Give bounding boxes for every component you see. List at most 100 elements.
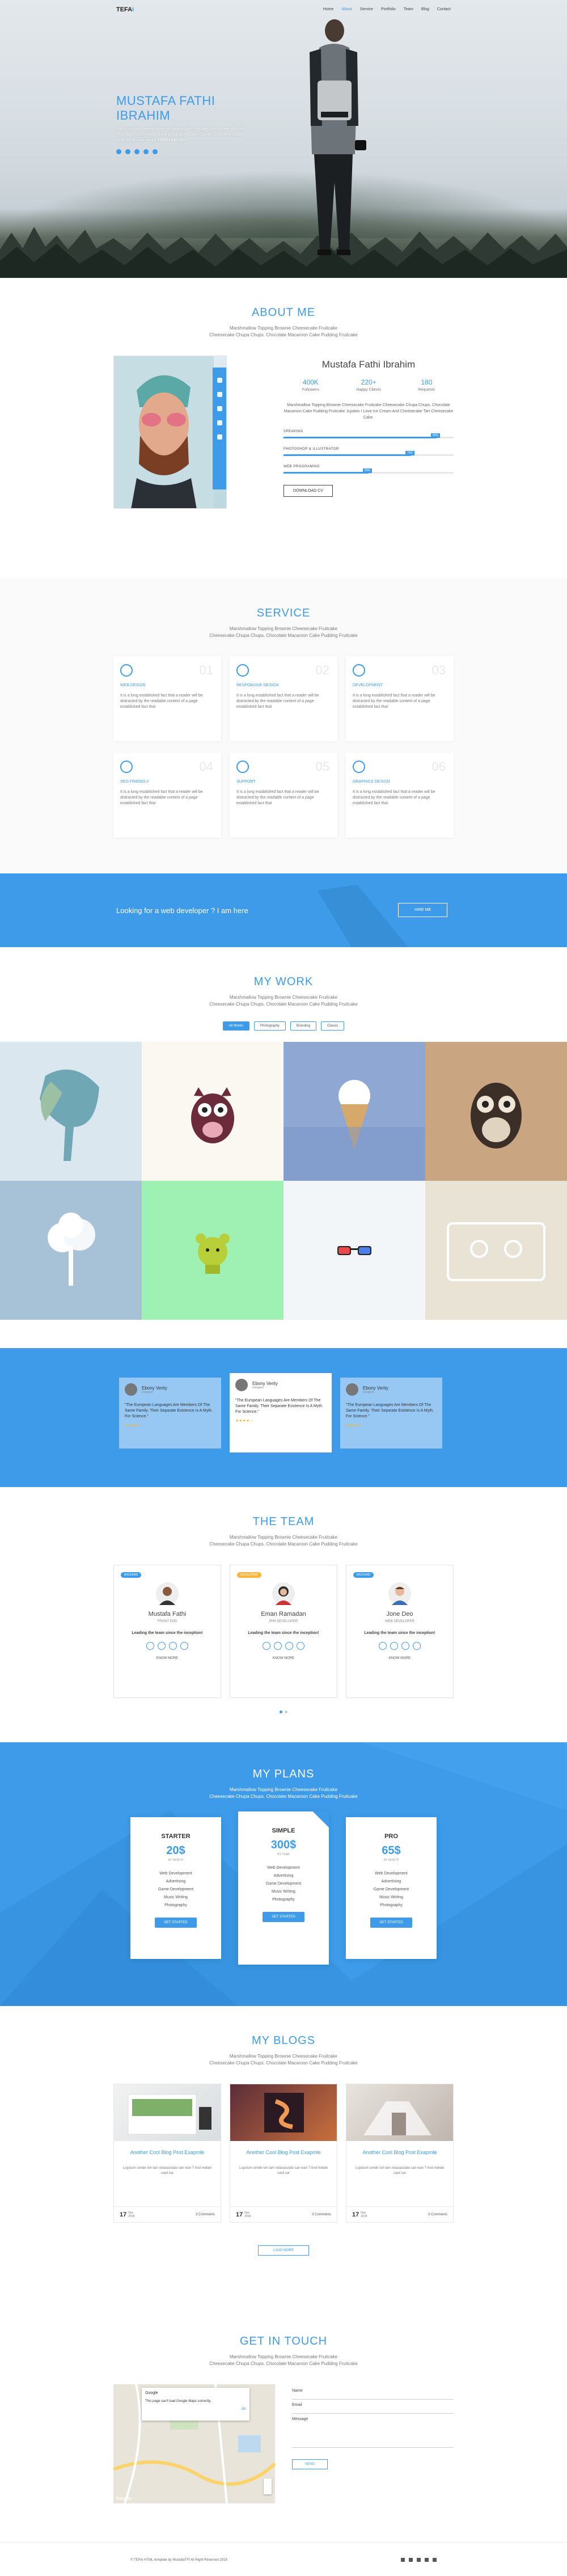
about-section: ABOUT ME Marshmallow Topping Brownie Che…	[0, 278, 567, 578]
footer: © TEFAi HTML template by MustafaTFI All …	[0, 2542, 567, 2576]
contact-form: Name Email Message SEND	[292, 2384, 454, 2503]
google-plus-icon[interactable]	[285, 1642, 293, 1650]
facebook-icon[interactable]	[116, 149, 121, 154]
pinterest-icon[interactable]	[153, 149, 158, 154]
linkedin-icon[interactable]	[180, 1642, 188, 1650]
nav-item-home[interactable]: Home	[323, 7, 334, 11]
facebook-icon[interactable]	[217, 378, 222, 383]
service-card[interactable]: 06 GRAPHICS DESIGN It is a long establishe…	[346, 753, 454, 838]
work-title: MY WORK	[253, 975, 314, 988]
service-title: SERVICE	[256, 607, 311, 619]
twitter-icon[interactable]	[158, 1642, 166, 1650]
portfolio-item-owl[interactable]	[142, 1042, 284, 1181]
google-map[interactable]: Google This page can't load Google Maps …	[113, 2384, 275, 2503]
service-card[interactable]: 03 DEVELOPMENT It is a long established fa…	[346, 656, 454, 741]
instagram-icon[interactable]	[417, 2558, 421, 2562]
navbar: TEFAi Home About Service Portfolio Team …	[0, 0, 567, 19]
load-more-button[interactable]: LOAD MORE	[258, 2245, 309, 2256]
stat-requests: 180 Requests	[418, 378, 435, 392]
twitter-icon[interactable]	[274, 1642, 282, 1650]
get-started-button[interactable]: GET STARTED	[155, 1918, 197, 1928]
twitter-icon[interactable]	[217, 392, 222, 397]
service-card[interactable]: 05 SUPPORT It is a long established fact t…	[230, 753, 337, 838]
comments-count[interactable]: 3 Comments	[312, 2213, 331, 2216]
hero-intro: MUSTAFA FATHI IBRAHIM Marshmallow tirami…	[116, 94, 247, 154]
nav-item-blog[interactable]: Blog	[421, 7, 429, 11]
nav-item-contact[interactable]: Contact	[437, 7, 451, 11]
send-button[interactable]: SEND	[292, 2459, 328, 2469]
linkedin-icon[interactable]	[217, 420, 222, 425]
facebook-icon[interactable]	[146, 1642, 154, 1650]
google-plus-icon[interactable]	[401, 1642, 409, 1650]
contact-subtitle: Marshmallow Topping Brownie Cheesecake F…	[209, 2354, 358, 2366]
download-cv-button[interactable]: DOWNLOAD CV	[284, 485, 333, 497]
avatar	[125, 1383, 137, 1396]
filter-all-works[interactable]: All Works	[222, 1021, 249, 1031]
portfolio-item-bear[interactable]	[142, 1181, 284, 1320]
portfolio-item-glasses[interactable]	[284, 1181, 425, 1320]
hire-me-button[interactable]: HIRE ME	[398, 903, 448, 917]
logo[interactable]: TEFAi	[116, 6, 134, 13]
portfolio-item-owl-dark[interactable]	[425, 1042, 567, 1181]
nav-item-team[interactable]: Team	[404, 7, 413, 11]
testimonial-card: Ebony Verity Designer "The European Langu…	[340, 1378, 442, 1449]
instagram-icon[interactable]	[143, 149, 149, 154]
comments-count[interactable]: 3 Comments	[428, 2213, 447, 2216]
filter-photography[interactable]: Photography	[253, 1021, 286, 1031]
twitter-icon[interactable]	[409, 2558, 413, 2562]
team-card: BACKEND Jone Deo WEB DEVELOPER Leading t…	[346, 1565, 454, 1698]
about-text: Marshmallow Topping Brownie Cheesecake F…	[284, 403, 454, 420]
know-more-link[interactable]: KNOW MORE	[230, 1657, 337, 1660]
know-more-link[interactable]: KNOW MORE	[346, 1657, 453, 1660]
filter-classic[interactable]: Classic	[320, 1021, 345, 1031]
comments-count[interactable]: 3 Comments	[196, 2213, 215, 2216]
globe-icon[interactable]	[217, 434, 222, 440]
plans-subtitle: Marshmallow Topping Brownie Cheesecake F…	[209, 1787, 358, 1799]
service-card[interactable]: 04 SEO FRIENDLY It is a long established f…	[113, 753, 221, 838]
service-card[interactable]: 01 WEB DESIGN It is a long established fac…	[113, 656, 221, 741]
blog-card[interactable]: Another Cool Blog Post Exapmle Lopsium s…	[346, 2084, 454, 2223]
get-started-button[interactable]: GET STARTED	[370, 1918, 412, 1928]
nav-item-portfolio[interactable]: Portfolio	[381, 7, 396, 11]
portfolio-item-tree[interactable]	[0, 1181, 142, 1320]
name-field[interactable]: Name	[292, 2385, 454, 2400]
know-more-link[interactable]: KNOW MORE	[114, 1657, 221, 1660]
hero-section: TEFAi Home About Service Portfolio Team …	[0, 0, 567, 278]
map-ok-button[interactable]: OK	[145, 2408, 246, 2411]
facebook-icon[interactable]	[401, 2558, 405, 2562]
portfolio-item-elephant[interactable]	[0, 1042, 142, 1181]
about-name: Mustafa Fathi Ibrahim	[321, 359, 416, 370]
message-field[interactable]: Message	[292, 2414, 454, 2448]
map-zoom-controls[interactable]	[264, 2478, 272, 2494]
blog-card[interactable]: Another Cool Blog Post Exapmle Lopsium s…	[230, 2084, 337, 2223]
email-field[interactable]: Email	[292, 2400, 454, 2414]
twitter-icon[interactable]	[125, 149, 130, 154]
nav-item-service[interactable]: Service	[360, 7, 373, 11]
footer-social	[401, 2558, 437, 2562]
portfolio-item-icecream[interactable]	[284, 1042, 425, 1181]
carousel-dot[interactable]	[280, 1711, 282, 1713]
facebook-icon[interactable]	[379, 1642, 387, 1650]
testimonial-card-active: Ebony Verity Designer "The European Langu…	[230, 1373, 332, 1452]
carousel-dot[interactable]	[285, 1711, 287, 1713]
blogs-section: MY BLOGS Marshmallow Topping Brownie Che…	[0, 2006, 567, 2312]
filter-branding[interactable]: Branding	[290, 1021, 316, 1031]
work-filters: All Works Photography Branding Classic	[113, 1021, 454, 1031]
linkedin-icon[interactable]	[134, 149, 139, 154]
team-card: DEVELOPER Eman Ramadan PHP DEVELOPER Lea…	[230, 1565, 337, 1698]
skill-speaking: SPEAKING 90%	[284, 430, 454, 438]
service-card[interactable]: 02 RESPONSIVE DESIGN It is a long establis…	[230, 656, 337, 741]
linkedin-icon[interactable]	[433, 2558, 437, 2562]
get-started-button[interactable]: GET STARTED	[263, 1912, 304, 1922]
twitter-icon[interactable]	[390, 1642, 398, 1650]
nav-item-about[interactable]: About	[341, 7, 352, 11]
linkedin-icon[interactable]	[297, 1642, 304, 1650]
plan-card-pro: PRO 65$ BY MONTH Web Development Advertis…	[346, 1817, 437, 1959]
facebook-icon[interactable]	[263, 1642, 270, 1650]
google-plus-icon[interactable]	[425, 2558, 429, 2562]
portfolio-item-cassette[interactable]	[425, 1181, 567, 1320]
google-plus-icon[interactable]	[169, 1642, 177, 1650]
linkedin-icon[interactable]	[413, 1642, 421, 1650]
user-icon[interactable]	[217, 406, 222, 411]
blog-card[interactable]: Another Cool Blog Post Exapmle Lopsium s…	[113, 2084, 221, 2223]
